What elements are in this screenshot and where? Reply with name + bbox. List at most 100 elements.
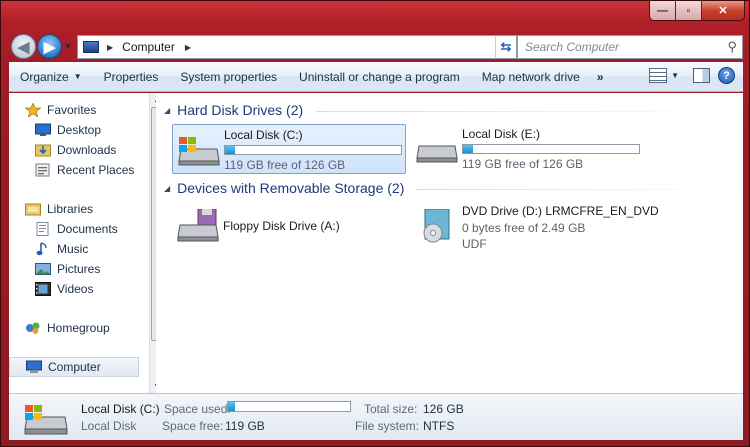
map-network-drive-button[interactable]: Map network drive (471, 70, 591, 84)
drive-file-system: UDF (462, 237, 487, 251)
address-bar[interactable]: ▶ Computer ▶ (77, 35, 517, 59)
group-title: Hard Disk Drives (2) (177, 102, 304, 118)
title-bar[interactable]: — ▫ ✕ (1, 1, 750, 29)
sidebar-item-label: Documents (57, 222, 118, 236)
sidebar-item-music[interactable]: Music (9, 239, 149, 259)
sidebar-item-label: Downloads (57, 143, 117, 157)
sidebar-item-favorites[interactable]: Favorites (9, 100, 149, 120)
back-arrow-icon: ◀ (17, 38, 30, 56)
sidebar-item-label: Computer (48, 360, 101, 374)
space-free-label: Space free: (162, 419, 224, 433)
chevron-down-icon: ▼ (73, 72, 82, 81)
libraries-icon (25, 203, 41, 216)
content-pane: ◢ Hard Disk Drives (2) Local Disk (C:) 1… (156, 93, 743, 393)
collapse-triangle-icon: ◢ (164, 105, 171, 115)
drive-name: DVD Drive (D:) LRMCFRE_EN_DVD (462, 204, 659, 218)
system-properties-button[interactable]: System properties (169, 70, 288, 84)
sidebar-item-computer[interactable]: Computer (9, 357, 139, 377)
window-frame: — ▫ ✕ ◀ ▶ ▼ ▶ Computer ▶ ⇆ Search Comput… (0, 0, 750, 447)
sidebar-item-label: Desktop (57, 123, 102, 137)
sidebar-item-pictures[interactable]: Pictures (9, 259, 149, 279)
recent-places-icon (35, 163, 50, 177)
sidebar-item-downloads[interactable]: Downloads (9, 140, 149, 160)
organize-button[interactable]: Organize ▼ (9, 70, 93, 84)
drive-free-space: 0 bytes free of 2.49 GB (462, 221, 586, 235)
back-button[interactable]: ◀ (11, 34, 36, 59)
homegroup-icon (26, 322, 40, 334)
documents-icon (36, 222, 49, 236)
refresh-icon: ⇆ (500, 39, 512, 54)
maximize-button[interactable]: ▫ (676, 1, 702, 20)
close-button[interactable]: ✕ (702, 1, 744, 20)
drive-name: Local Disk (C:) (224, 128, 303, 142)
sidebar-item-desktop[interactable]: Desktop (9, 120, 149, 140)
drive-name: Local Disk (E:) (462, 127, 541, 141)
floppy-drive-icon (177, 209, 219, 242)
drive-name: Floppy Disk Drive (A:) (223, 219, 340, 233)
help-icon[interactable]: ? (718, 67, 735, 84)
drive-free-space: 119 GB free of 126 GB (462, 157, 584, 171)
sidebar-item-recent-places[interactable]: Recent Places (9, 160, 149, 180)
uninstall-program-button[interactable]: Uninstall or change a program (288, 70, 471, 84)
chevron-down-icon[interactable]: ▼ (671, 71, 679, 80)
command-bar: Organize ▼ Properties System properties U… (9, 62, 743, 92)
navigation-pane: Favorites Desktop Downloads Recent Place… (9, 93, 163, 393)
sidebar-item-label: Homegroup (47, 321, 110, 335)
breadcrumb-computer[interactable]: Computer (122, 40, 175, 54)
sidebar-item-label: Libraries (47, 202, 94, 216)
forward-arrow-icon: ▶ (43, 38, 56, 56)
window-controls: — ▫ ✕ (649, 1, 745, 21)
drive-usage-bar (462, 144, 640, 154)
sidebar-item-label: Music (57, 242, 89, 256)
hard-drive-icon (416, 145, 458, 163)
sidebar-item-label: Videos (57, 282, 94, 296)
drive-tile-c[interactable]: Local Disk (C:) 119 GB free of 126 GB (172, 124, 406, 174)
group-header-hard-disks[interactable]: ◢ Hard Disk Drives (2) (164, 101, 303, 119)
breadcrumb-arrow-icon[interactable]: ▶ (185, 43, 191, 52)
downloads-folder-icon (35, 144, 51, 157)
drive-tile-a[interactable]: Floppy Disk Drive (A:) (172, 201, 406, 251)
search-input[interactable]: Search Computer ⚲ (517, 35, 743, 59)
file-system-value: NTFS (423, 419, 455, 433)
refresh-button[interactable]: ⇆ (495, 35, 517, 59)
drive-free-space: 119 GB free of 126 GB (224, 158, 346, 172)
total-size-label: Total size: (364, 402, 418, 416)
navigation-row: ◀ ▶ ▼ ▶ Computer ▶ ⇆ Search Computer ⚲ (9, 31, 743, 61)
drive-tile-e[interactable]: Local Disk (E:) 119 GB free of 126 GB (411, 124, 645, 174)
star-icon (25, 103, 41, 117)
sidebar-item-documents[interactable]: Documents (9, 219, 149, 239)
preview-pane-icon[interactable] (693, 68, 710, 83)
group-divider (316, 111, 736, 112)
breadcrumb-arrow-icon[interactable]: ▶ (107, 43, 113, 52)
group-divider (416, 189, 736, 190)
sidebar-item-homegroup[interactable]: Homegroup (9, 318, 149, 338)
hard-drive-windows-icon (24, 405, 68, 435)
view-controls: ▼ ? (649, 67, 735, 84)
change-view-icon[interactable] (649, 68, 668, 83)
sidebar-item-label: Pictures (57, 262, 101, 276)
sidebar-item-videos[interactable]: Videos (9, 279, 149, 299)
space-used-bar (227, 401, 351, 412)
sidebar-item-libraries[interactable]: Libraries (9, 199, 149, 219)
computer-icon (83, 41, 99, 53)
space-used-label: Space used: (164, 402, 231, 416)
computer-icon (26, 360, 42, 373)
hard-drive-windows-icon (178, 137, 220, 166)
music-note-icon (36, 242, 47, 256)
drive-tile-d[interactable]: DVD Drive (D:) LRMCFRE_EN_DVD 0 bytes fr… (411, 201, 659, 251)
search-icon[interactable]: ⚲ (727, 39, 737, 55)
properties-button[interactable]: Properties (93, 70, 170, 84)
details-drive-name: Local Disk (C:) (81, 402, 160, 416)
search-placeholder: Search Computer (525, 40, 620, 54)
minimize-button[interactable]: — (650, 1, 676, 20)
more-commands-button[interactable]: » (591, 70, 610, 84)
details-drive-type: Local Disk (81, 419, 137, 433)
recent-pages-dropdown[interactable]: ▼ (64, 42, 72, 51)
forward-button[interactable]: ▶ (37, 34, 62, 59)
total-size-value: 126 GB (423, 402, 464, 416)
organize-label: Organize (20, 69, 69, 84)
group-header-removable[interactable]: ◢ Devices with Removable Storage (2) (164, 179, 404, 197)
details-pane: Local Disk (C:) Local Disk Space used: S… (9, 393, 743, 440)
desktop-icon (35, 123, 51, 136)
group-title: Devices with Removable Storage (2) (177, 180, 405, 196)
